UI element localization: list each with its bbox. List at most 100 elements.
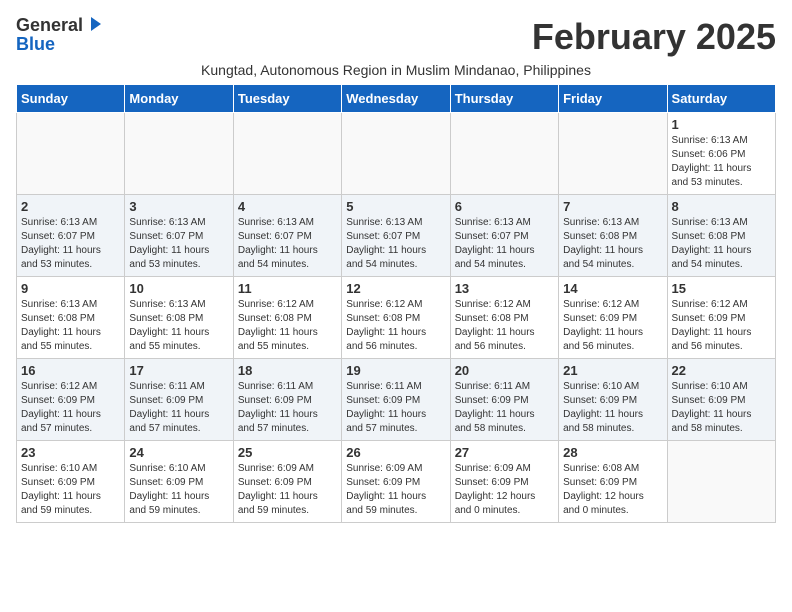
day-info: Sunrise: 6:10 AM Sunset: 6:09 PM Dayligh… [129, 462, 228, 518]
day-info: Sunrise: 6:12 AM Sunset: 6:09 PM Dayligh… [21, 380, 120, 436]
calendar-day-cell: 15 Sunrise: 6:12 AM Sunset: 6:09 PM Dayli… [667, 277, 775, 359]
day-info: Sunrise: 6:13 AM Sunset: 6:08 PM Dayligh… [21, 298, 120, 354]
calendar-day-cell: 4 Sunrise: 6:13 AM Sunset: 6:07 PM Daylig… [233, 195, 341, 277]
day-number: 28 [563, 445, 662, 460]
location-subtitle: Kungtad, Autonomous Region in Muslim Min… [16, 62, 776, 78]
day-number: 19 [346, 363, 445, 378]
day-info: Sunrise: 6:13 AM Sunset: 6:06 PM Dayligh… [672, 134, 771, 190]
weekday-header: Wednesday [342, 85, 450, 113]
calendar-week-row: 1 Sunrise: 6:13 AM Sunset: 6:06 PM Daylig… [17, 113, 776, 195]
day-number: 8 [672, 199, 771, 214]
day-number: 9 [21, 281, 120, 296]
calendar-day-cell [233, 113, 341, 195]
day-number: 16 [21, 363, 120, 378]
day-info: Sunrise: 6:09 AM Sunset: 6:09 PM Dayligh… [238, 462, 337, 518]
day-info: Sunrise: 6:13 AM Sunset: 6:07 PM Dayligh… [21, 216, 120, 272]
day-number: 18 [238, 363, 337, 378]
day-info: Sunrise: 6:13 AM Sunset: 6:07 PM Dayligh… [129, 216, 228, 272]
calendar-week-row: 9 Sunrise: 6:13 AM Sunset: 6:08 PM Daylig… [17, 277, 776, 359]
calendar-day-cell [125, 113, 233, 195]
calendar-day-cell: 10 Sunrise: 6:13 AM Sunset: 6:08 PM Dayli… [125, 277, 233, 359]
logo-bottom: Blue [16, 34, 55, 54]
calendar-week-row: 2 Sunrise: 6:13 AM Sunset: 6:07 PM Daylig… [17, 195, 776, 277]
day-info: Sunrise: 6:11 AM Sunset: 6:09 PM Dayligh… [129, 380, 228, 436]
page-header: General Blue February 2025 [16, 16, 776, 58]
day-info: Sunrise: 6:10 AM Sunset: 6:09 PM Dayligh… [672, 380, 771, 436]
day-number: 6 [455, 199, 554, 214]
calendar-table: SundayMondayTuesdayWednesdayThursdayFrid… [16, 84, 776, 523]
day-info: Sunrise: 6:11 AM Sunset: 6:09 PM Dayligh… [238, 380, 337, 436]
calendar-day-cell: 9 Sunrise: 6:13 AM Sunset: 6:08 PM Daylig… [17, 277, 125, 359]
day-info: Sunrise: 6:11 AM Sunset: 6:09 PM Dayligh… [346, 380, 445, 436]
calendar-day-cell: 5 Sunrise: 6:13 AM Sunset: 6:07 PM Daylig… [342, 195, 450, 277]
calendar-day-cell: 26 Sunrise: 6:09 AM Sunset: 6:09 PM Dayli… [342, 441, 450, 523]
calendar-day-cell: 7Sunrise: 6:13 AM Sunset: 6:08 PM Daylig… [559, 195, 667, 277]
day-number: 15 [672, 281, 771, 296]
calendar-day-cell [667, 441, 775, 523]
day-info: Sunrise: 6:13 AM Sunset: 6:07 PM Dayligh… [346, 216, 445, 272]
calendar-day-cell: 17 Sunrise: 6:11 AM Sunset: 6:09 PM Dayli… [125, 359, 233, 441]
calendar-week-row: 16 Sunrise: 6:12 AM Sunset: 6:09 PM Dayli… [17, 359, 776, 441]
day-info: Sunrise: 6:12 AM Sunset: 6:09 PM Dayligh… [563, 298, 662, 354]
calendar-day-cell [342, 113, 450, 195]
day-number: 13 [455, 281, 554, 296]
calendar-day-cell: 8 Sunrise: 6:13 AM Sunset: 6:08 PM Daylig… [667, 195, 775, 277]
day-number: 25 [238, 445, 337, 460]
day-number: 11 [238, 281, 337, 296]
calendar-day-cell: 18 Sunrise: 6:11 AM Sunset: 6:09 PM Dayli… [233, 359, 341, 441]
calendar-day-cell: 2 Sunrise: 6:13 AM Sunset: 6:07 PM Daylig… [17, 195, 125, 277]
day-info: Sunrise: 6:13 AM Sunset: 6:08 PM Dayligh… [672, 216, 771, 272]
day-number: 24 [129, 445, 228, 460]
logo: General Blue [16, 16, 103, 55]
day-number: 2 [21, 199, 120, 214]
calendar-day-cell: 27Sunrise: 6:09 AM Sunset: 6:09 PM Dayli… [450, 441, 558, 523]
calendar-day-cell: 1 Sunrise: 6:13 AM Sunset: 6:06 PM Daylig… [667, 113, 775, 195]
calendar-day-cell: 20 Sunrise: 6:11 AM Sunset: 6:09 PM Dayli… [450, 359, 558, 441]
calendar-day-cell [559, 113, 667, 195]
weekday-header: Sunday [17, 85, 125, 113]
calendar-header-row: SundayMondayTuesdayWednesdayThursdayFrid… [17, 85, 776, 113]
day-number: 20 [455, 363, 554, 378]
day-number: 1 [672, 117, 771, 132]
calendar-day-cell [17, 113, 125, 195]
day-number: 3 [129, 199, 228, 214]
calendar-day-cell [450, 113, 558, 195]
weekday-header: Thursday [450, 85, 558, 113]
month-title: February 2025 [532, 16, 776, 58]
calendar-day-cell: 23 Sunrise: 6:10 AM Sunset: 6:09 PM Dayli… [17, 441, 125, 523]
day-info: Sunrise: 6:09 AM Sunset: 6:09 PM Dayligh… [455, 462, 554, 518]
calendar-day-cell: 13 Sunrise: 6:12 AM Sunset: 6:08 PM Dayli… [450, 277, 558, 359]
calendar-day-cell: 22 Sunrise: 6:10 AM Sunset: 6:09 PM Dayli… [667, 359, 775, 441]
calendar-day-cell: 12Sunrise: 6:12 AM Sunset: 6:08 PM Dayli… [342, 277, 450, 359]
weekday-header: Tuesday [233, 85, 341, 113]
day-info: Sunrise: 6:11 AM Sunset: 6:09 PM Dayligh… [455, 380, 554, 436]
day-number: 4 [238, 199, 337, 214]
day-info: Sunrise: 6:12 AM Sunset: 6:08 PM Dayligh… [455, 298, 554, 354]
calendar-week-row: 23 Sunrise: 6:10 AM Sunset: 6:09 PM Dayli… [17, 441, 776, 523]
day-info: Sunrise: 6:13 AM Sunset: 6:08 PM Dayligh… [129, 298, 228, 354]
calendar-day-cell: 6Sunrise: 6:13 AM Sunset: 6:07 PM Daylig… [450, 195, 558, 277]
calendar-day-cell: 28Sunrise: 6:08 AM Sunset: 6:09 PM Dayli… [559, 441, 667, 523]
calendar-day-cell: 25 Sunrise: 6:09 AM Sunset: 6:09 PM Dayli… [233, 441, 341, 523]
day-info: Sunrise: 6:09 AM Sunset: 6:09 PM Dayligh… [346, 462, 445, 518]
day-number: 26 [346, 445, 445, 460]
day-info: Sunrise: 6:10 AM Sunset: 6:09 PM Dayligh… [563, 380, 662, 436]
weekday-header: Monday [125, 85, 233, 113]
day-info: Sunrise: 6:12 AM Sunset: 6:09 PM Dayligh… [672, 298, 771, 354]
logo-top: General [16, 16, 83, 34]
logo-icon [85, 15, 103, 33]
calendar-day-cell: 3 Sunrise: 6:13 AM Sunset: 6:07 PM Daylig… [125, 195, 233, 277]
calendar-day-cell: 16 Sunrise: 6:12 AM Sunset: 6:09 PM Dayli… [17, 359, 125, 441]
calendar-day-cell: 21Sunrise: 6:10 AM Sunset: 6:09 PM Dayli… [559, 359, 667, 441]
day-number: 10 [129, 281, 228, 296]
day-number: 23 [21, 445, 120, 460]
day-number: 5 [346, 199, 445, 214]
day-info: Sunrise: 6:13 AM Sunset: 6:07 PM Dayligh… [238, 216, 337, 272]
weekday-header: Saturday [667, 85, 775, 113]
day-info: Sunrise: 6:12 AM Sunset: 6:08 PM Dayligh… [238, 298, 337, 354]
day-info: Sunrise: 6:10 AM Sunset: 6:09 PM Dayligh… [21, 462, 120, 518]
weekday-header: Friday [559, 85, 667, 113]
day-number: 17 [129, 363, 228, 378]
day-info: Sunrise: 6:12 AM Sunset: 6:08 PM Dayligh… [346, 298, 445, 354]
day-number: 22 [672, 363, 771, 378]
